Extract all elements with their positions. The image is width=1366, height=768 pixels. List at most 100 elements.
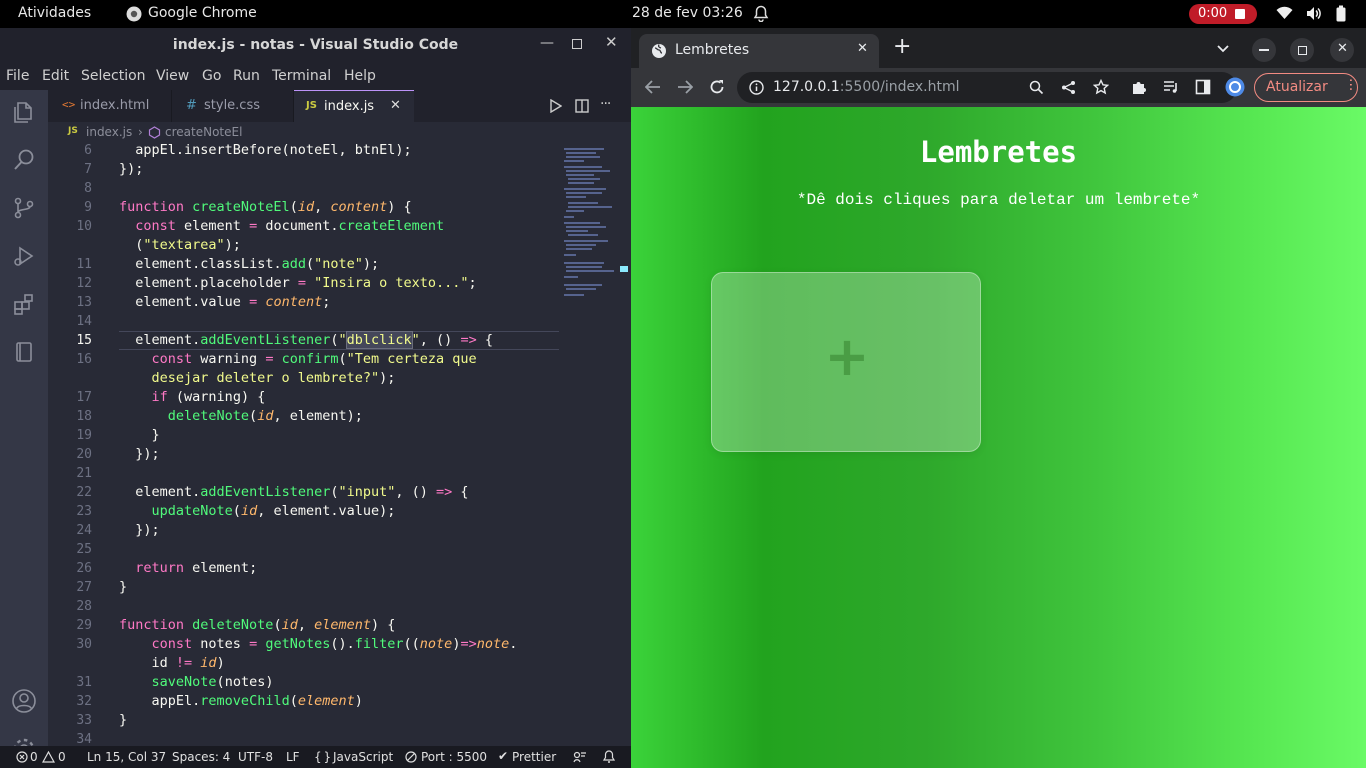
error-count[interactable]: 0 (30, 750, 38, 764)
code-token: ); (379, 370, 396, 386)
line-number: 26 (76, 561, 92, 576)
menu-go[interactable]: Go (202, 68, 221, 84)
language-mode[interactable]: JavaScript (333, 750, 393, 764)
code-token: "note" (314, 256, 363, 272)
menu-view[interactable]: View (156, 68, 189, 84)
cursor-position[interactable]: Ln 15, Col 37 (87, 750, 166, 764)
screen-recording-indicator[interactable]: 0:00 (1189, 4, 1257, 24)
forward-arrow-icon[interactable] (677, 80, 693, 94)
close-icon[interactable]: ✕ (605, 33, 618, 51)
menu-help[interactable]: Help (344, 68, 376, 84)
tab-title: Lembretes (675, 42, 750, 58)
notifications-bell-icon[interactable] (603, 750, 615, 764)
side-panel-icon[interactable] (1195, 79, 1211, 95)
new-tab-icon[interactable]: + (893, 36, 911, 58)
omnibox[interactable]: 127.0.0.1:5500/index.html (737, 72, 1237, 103)
code-token: ; (468, 275, 477, 291)
close-tab-icon[interactable]: ✕ (390, 98, 401, 113)
reload-icon[interactable] (709, 79, 725, 95)
minimize-button[interactable] (1252, 38, 1276, 62)
live-server-port[interactable]: Port : 5500 (421, 750, 487, 764)
code-token: saveNote (119, 674, 217, 690)
line-number: 12 (76, 276, 92, 291)
indentation[interactable]: Spaces: 4 (172, 750, 230, 764)
tab-index-html[interactable]: <> index.html (48, 90, 172, 122)
breadcrumb-file[interactable]: index.js (86, 125, 132, 139)
feedback-icon[interactable] (573, 751, 587, 763)
bookmark-star-icon[interactable] (1093, 79, 1109, 95)
close-tab-icon[interactable]: ✕ (857, 41, 868, 56)
vscode-title-bar: index.js - notas - Visual Studio Code — … (0, 28, 631, 62)
menu-selection[interactable]: Selection (81, 68, 146, 84)
account-icon[interactable] (11, 688, 37, 714)
explorer-icon[interactable] (12, 100, 36, 124)
code-token: const (119, 218, 185, 234)
site-info-icon[interactable] (749, 80, 764, 95)
profile-avatar-icon[interactable] (1225, 77, 1245, 97)
activities-button[interactable]: Atividades (18, 5, 91, 21)
share-icon[interactable] (1061, 80, 1076, 95)
code-line: function createNoteEl(id, content) { (119, 199, 412, 215)
clock[interactable]: 28 de fev 03:26 (632, 5, 743, 21)
code-token: ) { (387, 199, 412, 215)
extensions-icon[interactable] (12, 292, 36, 316)
code-token: element (289, 408, 347, 424)
prettier-status[interactable]: Prettier (512, 750, 556, 764)
page-subtitle: *Dê dois cliques para deletar um lembret… (796, 191, 1201, 209)
remote-explorer-icon[interactable] (12, 340, 36, 364)
line-number: 31 (76, 675, 92, 690)
broadcast-icon (405, 751, 417, 763)
web-page: Lembretes *Dê dois cliques para deletar … (631, 107, 1366, 768)
tab-style-css[interactable]: # style.css (172, 90, 294, 122)
source-control-icon[interactable] (12, 196, 36, 220)
run-debug-icon[interactable] (12, 244, 36, 268)
code-token: "input" (338, 484, 396, 500)
back-arrow-icon[interactable] (645, 80, 661, 94)
code-token: element (119, 294, 193, 310)
more-actions-icon[interactable]: ··· (600, 96, 611, 112)
extensions-puzzle-icon[interactable] (1131, 79, 1147, 95)
maximize-button[interactable] (1290, 38, 1314, 62)
focused-app-name[interactable]: Google Chrome (148, 5, 257, 21)
code-editor[interactable]: 6 appEl.insertBefore(noteEl, btnEl); 7});… (48, 144, 631, 746)
chrome-tab-strip: Lembretes ✕ + ✕ (631, 28, 1366, 68)
menu-run[interactable]: Run (233, 68, 260, 84)
code-token: getNotes (265, 636, 331, 652)
tab-index-js[interactable]: JS index.js ✕ (294, 90, 414, 122)
bell-icon[interactable] (753, 5, 769, 22)
code-token: => (460, 332, 485, 348)
wifi-icon[interactable] (1276, 6, 1293, 20)
zoom-icon[interactable] (1029, 80, 1044, 95)
encoding[interactable]: UTF-8 (238, 750, 273, 764)
minimap[interactable] (560, 144, 618, 314)
run-file-icon[interactable] (550, 99, 562, 113)
breadcrumb-symbol[interactable]: createNoteEl (165, 125, 242, 139)
code-token: const (119, 351, 201, 367)
symbol-function-icon (148, 126, 161, 139)
split-editor-icon[interactable] (575, 99, 589, 113)
code-line: element.classList.add("note"); (119, 256, 379, 272)
volume-icon[interactable] (1306, 6, 1322, 21)
error-icon[interactable] (16, 751, 28, 763)
update-label: Atualizar (1266, 79, 1328, 95)
browser-tab[interactable]: Lembretes ✕ (639, 34, 879, 68)
menu-edit[interactable]: Edit (42, 68, 69, 84)
maximize-icon[interactable] (572, 39, 582, 49)
warning-count[interactable]: 0 (58, 750, 66, 764)
warning-icon[interactable] (42, 751, 55, 763)
menu-terminal[interactable]: Terminal (272, 68, 331, 84)
battery-icon[interactable] (1336, 5, 1346, 22)
tab-search-chevron-icon[interactable] (1217, 45, 1229, 53)
menu-file[interactable]: File (6, 68, 29, 84)
minimize-icon[interactable]: — (540, 35, 554, 51)
close-window-button[interactable]: ✕ (1330, 38, 1354, 62)
code-token: , (314, 199, 331, 215)
code-token: note (419, 636, 453, 652)
add-note-button[interactable]: + (711, 272, 981, 452)
code-token: ) { (371, 617, 396, 633)
end-of-line[interactable]: LF (286, 750, 300, 764)
search-icon[interactable] (12, 148, 36, 172)
code-token: id (119, 655, 176, 671)
update-chrome-button[interactable]: Atualizar ··· (1254, 73, 1358, 102)
reading-list-icon[interactable] (1163, 79, 1179, 95)
